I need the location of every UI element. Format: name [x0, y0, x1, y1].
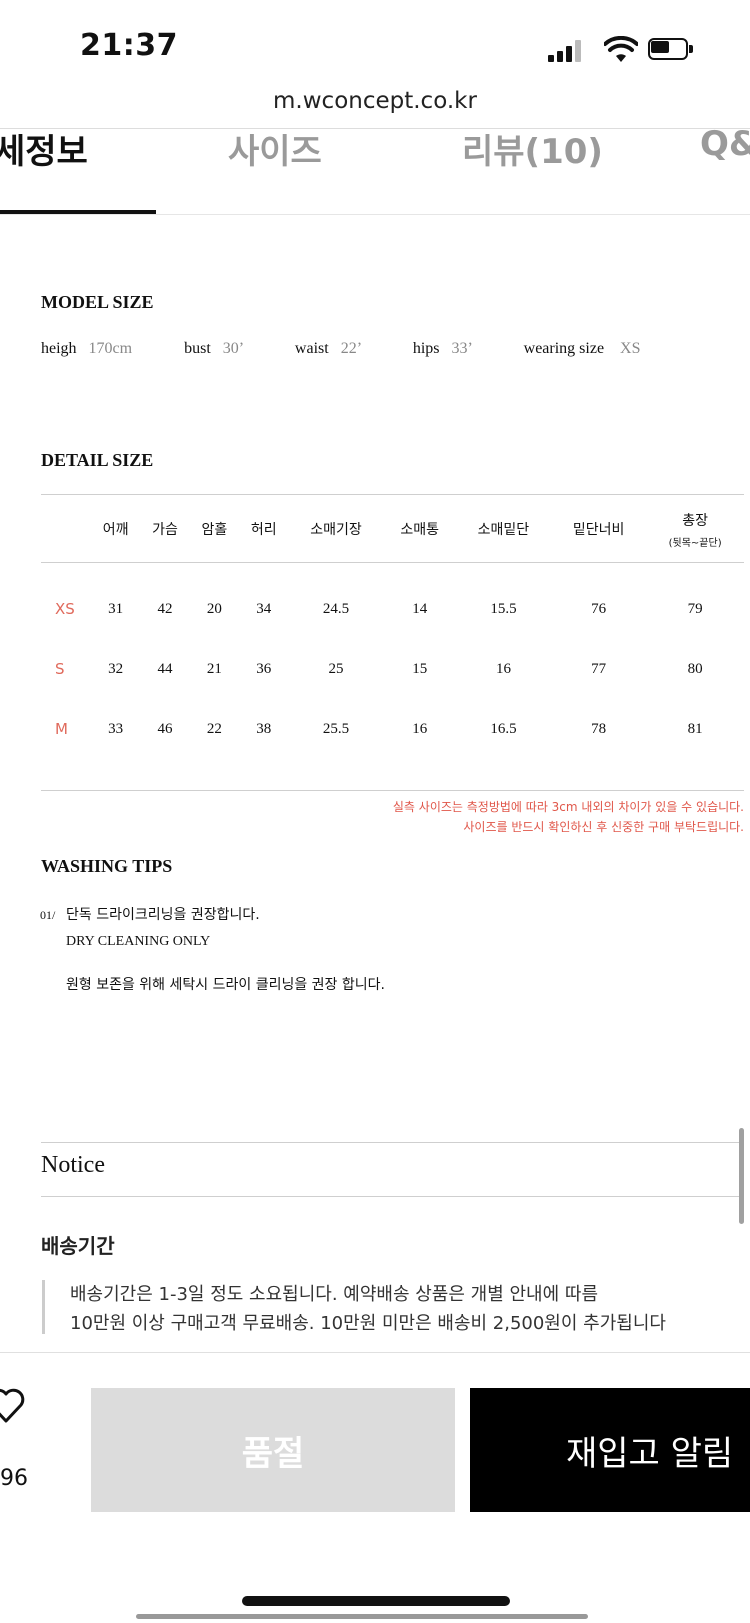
battery-icon	[648, 38, 696, 62]
size-label: M	[55, 720, 68, 738]
size-header-hem-width: 밑단너비	[572, 522, 625, 538]
model-wearing-size-value: XS	[620, 340, 641, 357]
model-hips-key: hips	[412, 340, 440, 357]
restock-alert-button[interactable]: 재입고 알림	[470, 1388, 750, 1512]
table-cell: 14	[412, 600, 428, 617]
size-header-empty	[41, 496, 91, 563]
size-table-header: 어깨 가슴 암홀 허리 소매기장 소매통 소매밑단 밑단너비 총장 (뒷목~끝단…	[41, 496, 744, 563]
table-cell: 16	[495, 660, 511, 677]
model-bust-key: bust	[184, 340, 211, 357]
signal-icon	[548, 40, 588, 62]
table-cell: 16	[412, 720, 428, 737]
table-bottom-rule	[41, 790, 744, 791]
size-note-2: 사이즈를 반드시 확인하신 후 신중한 구매 부탁드립니다.	[463, 820, 744, 834]
size-header-sleeve-length: 소매기장	[310, 522, 362, 538]
table-cell: 77	[591, 660, 607, 677]
size-label: XS	[55, 600, 75, 618]
shipping-quote-bar	[42, 1280, 45, 1334]
table-cell: 79	[687, 600, 703, 617]
washing-tip-line-1: 단독 드라이크리닝을 권장합니다.	[66, 907, 260, 923]
washing-tips-title: WASHING TIPS	[41, 856, 173, 876]
status-time: 21:37	[80, 28, 178, 63]
tab-size[interactable]: 사이즈	[228, 124, 322, 173]
table-cell: 31	[108, 600, 124, 617]
table-row: M 33 46 22 38 25.5 16 16.5 78 81	[41, 699, 744, 759]
table-cell: 15	[412, 660, 428, 677]
table-cell: 16.5	[490, 720, 517, 737]
table-spacer	[41, 562, 744, 579]
shipping-line-1: 배송기간은 1-3일 정도 소요됩니다. 예약배송 상품은 개별 안내에 따름	[70, 1284, 599, 1305]
tabs-top-divider	[0, 128, 750, 129]
table-row: S 32 44 21 36 25 15 16 77 80	[41, 639, 744, 699]
size-header-shoulder: 어깨	[102, 522, 129, 538]
table-cell: 81	[687, 720, 703, 737]
washing-tip-line-3: 원형 보존을 위해 세탁시 드라이 클리닝을 권장 합니다.	[66, 977, 385, 993]
size-header-sleeve-hem: 소매밑단	[477, 522, 530, 538]
table-cell: 38	[256, 720, 272, 737]
model-hips-value: 33’	[451, 340, 472, 357]
size-header-waist: 허리	[250, 522, 277, 538]
model-height-value: 170cm	[88, 340, 133, 357]
soldout-button[interactable]: 품절	[91, 1388, 455, 1512]
notice-top-rule	[41, 1142, 741, 1143]
table-cell: 24.5	[322, 600, 350, 617]
table-cell: 25.5	[322, 720, 350, 737]
size-header-chest: 가슴	[152, 522, 178, 538]
tab-qna[interactable]: Q&	[700, 124, 750, 164]
notice-title[interactable]: Notice	[41, 1152, 105, 1179]
tab-detail-info[interactable]: 세정보	[0, 124, 88, 173]
table-cell: 78	[591, 720, 607, 737]
like-count: 96	[0, 1466, 28, 1491]
model-wearing-size-key: wearing size	[523, 340, 605, 357]
table-cell: 25	[328, 660, 344, 677]
table-row: XS 31 42 20 34 24.5 14 15.5 76 79	[41, 579, 744, 639]
scrollbar[interactable]	[739, 1128, 744, 1224]
size-note-1: 실측 사이즈는 측정방법에 따라 3cm 내외의 차이가 있을 수 있습니다.	[392, 800, 744, 814]
size-table: 어깨 가슴 암홀 허리 소매기장 소매통 소매밑단 밑단너비 총장 (뒷목~끝단…	[41, 496, 744, 759]
table-cell: 33	[108, 720, 124, 737]
heart-icon[interactable]	[0, 1386, 26, 1426]
model-waist-key: waist	[294, 340, 329, 357]
model-size-title: MODEL SIZE	[41, 292, 154, 312]
tab-reviews[interactable]: 리뷰(10)	[462, 124, 603, 173]
shipping-line-2: 10만원 이상 구매고객 무료배송. 10만원 미만은 배송비 2,500원이 …	[70, 1313, 666, 1334]
bottom-bar-divider	[0, 1352, 750, 1353]
washing-tip-number: 01/	[40, 908, 56, 922]
notice-bottom-rule	[41, 1196, 741, 1197]
home-indicator-shadow	[136, 1614, 588, 1619]
table-cell: 34	[256, 600, 272, 617]
size-header-sleeve-width: 소매통	[400, 522, 440, 538]
table-cell: 15.5	[490, 600, 517, 617]
table-cell: 22	[206, 720, 222, 737]
table-top-rule	[41, 494, 744, 495]
table-cell: 21	[206, 660, 222, 677]
size-header-total-length: 총장 (뒷목~끝단)	[646, 496, 744, 563]
detail-size-title: DETAIL SIZE	[41, 450, 154, 470]
tabs-bottom-divider	[0, 214, 750, 215]
size-header-total-length-label: 총장	[682, 512, 708, 529]
table-cell: 20	[206, 600, 222, 617]
wifi-icon	[604, 36, 638, 62]
home-indicator[interactable]	[242, 1596, 510, 1606]
table-cell: 80	[687, 660, 703, 677]
model-size-row: heigh 170cm bust 30’ waist 22’ hips 33’ …	[41, 340, 641, 358]
size-header-total-length-note: (뒷목~끝단)	[668, 537, 722, 549]
model-waist-value: 22’	[340, 340, 361, 357]
table-cell: 46	[157, 720, 173, 737]
model-height-key: heigh	[41, 340, 77, 357]
table-cell: 32	[108, 660, 124, 677]
washing-tip-line-2: DRY CLEANING ONLY	[66, 934, 211, 949]
table-cell: 36	[256, 660, 272, 677]
table-cell: 76	[591, 600, 607, 617]
url-bar[interactable]: m.wconcept.co.kr	[0, 88, 750, 114]
size-header-armhole: 암홀	[201, 522, 228, 538]
table-cell: 44	[157, 660, 173, 677]
table-cell: 42	[157, 600, 173, 617]
size-label: S	[55, 660, 65, 678]
model-bust-value: 30’	[222, 340, 243, 357]
shipping-title: 배송기간	[41, 1234, 115, 1258]
